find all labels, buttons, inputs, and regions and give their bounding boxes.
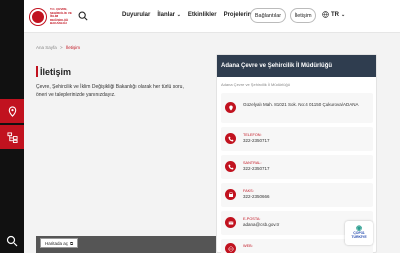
nav-ilanlar[interactable]: İlanlar ⌄	[157, 12, 181, 18]
baglantilar-button[interactable]: Bağlantılar	[250, 8, 286, 23]
chevron-down-icon: ⌄	[341, 11, 346, 18]
search-icon[interactable]	[78, 11, 88, 21]
fax-value: 322-2350666	[243, 194, 270, 199]
web-icon	[225, 243, 236, 253]
web-label: WEB:	[243, 244, 253, 248]
breadcrumb-home[interactable]: Ana Sayfa	[36, 45, 57, 50]
rail-search-icon[interactable]	[6, 235, 18, 247]
badge-line2: TÜRKİYE	[351, 235, 367, 239]
switchboard-value[interactable]: 322-2350717	[243, 166, 270, 172]
rail-location-button[interactable]	[0, 99, 24, 123]
external-link-icon: ⧉	[70, 240, 74, 246]
iletisim-button[interactable]: İletişim	[290, 8, 316, 23]
phone-icon	[225, 133, 236, 144]
fax-icon	[225, 189, 236, 200]
page-title: İletişim	[40, 67, 72, 77]
intro-text: Çevre, Şehircilik ve İklim Değişikliği B…	[36, 84, 184, 98]
nav-ilanlar-label: İlanlar	[157, 12, 176, 18]
phone-label: TELEFON:	[243, 133, 262, 137]
ministry-logo[interactable]: T.C. ÇEVRE, ŞEHİRCİLİK VE İKLİM DEĞİŞİKL…	[30, 7, 76, 26]
cop31-badge[interactable]: ◉ COP31 TÜRKİYE	[345, 221, 373, 245]
fax-card: FAKS: 322-2350666	[221, 183, 373, 207]
location-icon	[225, 102, 236, 113]
address-value: Güzelyalı Mah. 81021 Sok. No:4 01150 Çuk…	[243, 102, 359, 107]
rail-sitemap-button[interactable]	[0, 125, 24, 149]
switchboard-card: SANTRAL: 322-2350717	[221, 155, 373, 179]
title-accent-bar	[36, 66, 38, 77]
breadcrumb: Ana Sayfa > İletişim	[36, 45, 80, 50]
logo-text: T.C. ÇEVRE, ŞEHİRCİLİK VE İKLİM DEĞİŞİKL…	[50, 7, 72, 25]
email-label: E-POSTA:	[243, 217, 261, 221]
phone-card: TELEFON: 322-2350717	[221, 127, 373, 151]
left-rail	[0, 0, 24, 253]
email-value[interactable]: adana@csb.gov.tr	[243, 222, 279, 228]
nav-duyurular[interactable]: Duyurular	[122, 12, 150, 18]
language-selector[interactable]: TR ⌄	[322, 11, 345, 18]
language-code: TR	[331, 11, 339, 18]
switchboard-icon	[225, 161, 236, 172]
breadcrumb-separator: >	[60, 45, 63, 50]
email-icon	[225, 217, 236, 228]
open-map-button[interactable]: Haritada aç ⧉	[40, 238, 79, 248]
globe-icon	[322, 11, 329, 18]
sitemap-icon	[6, 131, 18, 143]
chevron-down-icon: ⌄	[176, 12, 181, 18]
location-icon	[8, 105, 16, 117]
address-card: Güzelyalı Mah. 81021 Sok. No:4 01150 Çuk…	[221, 93, 373, 123]
nav-etkinlikler[interactable]: Etkinlikler	[188, 12, 217, 18]
open-map-label: Haritada aç	[45, 240, 69, 246]
phone-value[interactable]: 322-2350717	[243, 138, 270, 144]
emblem-icon	[30, 8, 46, 25]
panel-subtitle: Adana Çevre ve Şehircilik İl Müdürlüğü	[221, 82, 290, 87]
switchboard-label: SANTRAL:	[243, 161, 262, 165]
breadcrumb-current: İletişim	[65, 45, 80, 50]
fax-label: FAKS:	[243, 189, 254, 193]
main-nav: Duyurular İlanlar ⌄ Etkinlikler Projeler…	[122, 12, 258, 18]
panel-title: Adana Çevre ve Şehircilik İl Müdürlüğü	[217, 55, 376, 77]
